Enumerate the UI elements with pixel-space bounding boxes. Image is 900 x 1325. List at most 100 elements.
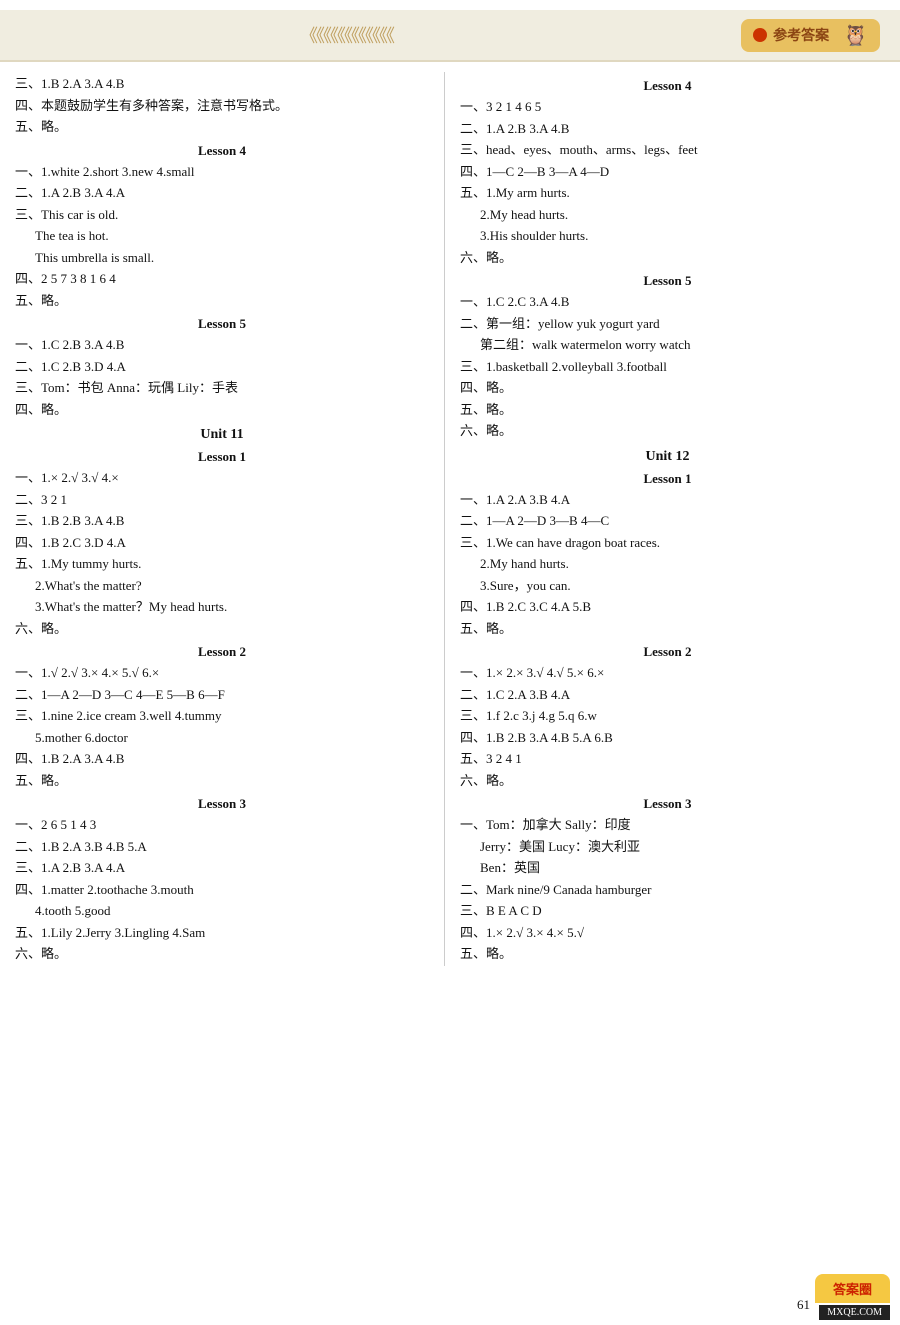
answer-line: 五、1.My tummy hurts. (15, 554, 429, 574)
lesson-5-right: Lesson 5 一、1.C 2.C 3.A 4.B 二、第一组：yellow … (460, 273, 875, 441)
answer-line: 一、1.√ 2.√ 3.× 4.× 5.√ 6.× (15, 663, 429, 683)
right-column: Lesson 4 一、3 2 1 4 6 5 二、1.A 2.B 3.A 4.B… (445, 72, 875, 966)
answer-line: 六、略。 (460, 248, 875, 268)
answer-line: 二、1.B 2.A 3.B 4.B 5.A (15, 837, 429, 857)
unit11-lesson-1: Lesson 1 一、1.× 2.√ 3.√ 4.× 二、3 2 1 三、1.B… (15, 449, 429, 638)
answer-line: 一、2 6 5 1 4 3 (15, 815, 429, 835)
lesson-5-left: Lesson 5 一、1.C 2.B 3.A 4.B 二、1.C 2.B 3.D… (15, 316, 429, 419)
answer-line: 四、1.B 2.B 3.A 4.B 5.A 6.B (460, 728, 875, 748)
answer-line: 四、略。 (460, 378, 875, 398)
answer-line: The tea is hot. (35, 226, 429, 246)
answer-line: 三、1.We can have dragon boat races. (460, 533, 875, 553)
answer-line: 3.His shoulder hurts. (480, 226, 875, 246)
top-banner: 《《《《《《《《《《《《 参考答案 🦉 (0, 10, 900, 62)
answer-line: 二、1.C 2.B 3.D 4.A (15, 357, 429, 377)
unit-12: Unit 12 (460, 449, 875, 465)
unit12-lesson-2: Lesson 2 一、1.× 2.× 3.√ 4.√ 5.× 6.× 二、1.C… (460, 644, 875, 790)
answer-line: 二、Mark nine/9 Canada hamburger (460, 880, 875, 900)
lesson-header: Lesson 5 (15, 316, 429, 332)
intro-section: 三、1.B 2.A 3.A 4.B 四、本题鼓励学生有多种答案，注意书写格式。 … (15, 74, 429, 137)
footer: 答案圈 MXQE.COM (0, 1274, 900, 1325)
answer-line: 三、B E A C D (460, 901, 875, 921)
page: 《《《《《《《《《《《《 参考答案 🦉 三、1.B 2.A 3.A 4.B 四、… (0, 0, 900, 1325)
answer-line: 三、1.basketball 2.volleyball 3.football (460, 357, 875, 377)
answer-line: 2.My hand hurts. (480, 554, 875, 574)
answer-line: 三、Tom：书包 Anna：玩偶 Lily：手表 (15, 378, 429, 398)
unit-header: Unit 11 (15, 427, 429, 443)
answer-line: 二、1.A 2.B 3.A 4.A (15, 183, 429, 203)
owl-icon: 🦉 (843, 23, 868, 48)
answer-line: 五、3 2 4 1 (460, 749, 875, 769)
answer-line: 二、1.A 2.B 3.A 4.B (460, 119, 875, 139)
answer-line: 四、1.B 2.A 3.A 4.B (15, 749, 429, 769)
unit12-lesson-3: Lesson 3 一、Tom：加拿大 Sally：印度 Jerry：美国 Luc… (460, 796, 875, 964)
answer-line: 二、1—A 2—D 3—B 4—C (460, 511, 875, 531)
answer-line: 二、3 2 1 (15, 490, 429, 510)
answer-line: 六、略。 (15, 944, 429, 964)
answer-line: 五、略。 (460, 944, 875, 964)
answer-line: 三、1.f 2.c 3.j 4.g 5.q 6.w (460, 706, 875, 726)
lesson-header: Lesson 4 (460, 78, 875, 94)
answer-line: 一、1.C 2.C 3.A 4.B (460, 292, 875, 312)
lesson-4-left: Lesson 4 一、1.white 2.short 3.new 4.small… (15, 143, 429, 311)
watermark: MXQE.COM (819, 1305, 890, 1320)
answer-stamp: 答案圈 (815, 1274, 890, 1303)
answer-line: 四、本题鼓励学生有多种答案，注意书写格式。 (15, 96, 429, 116)
page-number: 61 (797, 1297, 810, 1313)
answer-line: 三、This car is old. (15, 205, 429, 225)
answer-line: 四、1.× 2.√ 3.× 4.× 5.√ (460, 923, 875, 943)
answer-line: 六、略。 (15, 619, 429, 639)
answer-line: 一、1.C 2.B 3.A 4.B (15, 335, 429, 355)
answer-line: 四、2 5 7 3 8 1 6 4 (15, 269, 429, 289)
answer-line: 4.tooth 5.good (35, 901, 429, 921)
lesson-header: Lesson 5 (460, 273, 875, 289)
answer-line: 四、1.B 2.C 3.C 4.A 5.B (460, 597, 875, 617)
lesson-header: Lesson 2 (460, 644, 875, 660)
lesson-header: Lesson 4 (15, 143, 429, 159)
answer-line: 二、1.C 2.A 3.B 4.A (460, 685, 875, 705)
answer-line: 四、略。 (15, 400, 429, 420)
unit-header: Unit 12 (460, 449, 875, 465)
lesson-header: Lesson 3 (460, 796, 875, 812)
answer-line: 五、略。 (15, 291, 429, 311)
unit11-lesson-2: Lesson 2 一、1.√ 2.√ 3.× 4.× 5.√ 6.× 二、1—A… (15, 644, 429, 790)
answer-line: 一、1.A 2.A 3.B 4.A (460, 490, 875, 510)
answer-line: 一、1.× 2.√ 3.√ 4.× (15, 468, 429, 488)
answer-line: 一、Tom：加拿大 Sally：印度 (460, 815, 875, 835)
answer-line: Jerry：美国 Lucy：澳大利亚 (480, 837, 875, 857)
answer-line: 三、1.nine 2.ice cream 3.well 4.tummy (15, 706, 429, 726)
unit11-lesson-3: Lesson 3 一、2 6 5 1 4 3 二、1.B 2.A 3.B 4.B… (15, 796, 429, 964)
answer-line: 六、略。 (460, 771, 875, 791)
answer-line: 一、1.× 2.× 3.√ 4.√ 5.× 6.× (460, 663, 875, 683)
answer-line: 一、1.white 2.short 3.new 4.small (15, 162, 429, 182)
answer-line: 2.My head hurts. (480, 205, 875, 225)
red-dot-icon (753, 28, 767, 42)
wave-decoration: 《《《《《《《《《《《《 (300, 22, 393, 48)
unit-11: Unit 11 (15, 427, 429, 443)
answer-line: 五、略。 (460, 619, 875, 639)
answer-line: 六、略。 (460, 421, 875, 441)
answer-line: 四、1.B 2.C 3.D 4.A (15, 533, 429, 553)
answer-line: 四、1—C 2—B 3—A 4—D (460, 162, 875, 182)
answer-line: 五、1.Lily 2.Jerry 3.Lingling 4.Sam (15, 923, 429, 943)
lesson-header: Lesson 2 (15, 644, 429, 660)
answer-line: 2.What's the matter? (35, 576, 429, 596)
lesson-header: Lesson 1 (460, 471, 875, 487)
answer-line: 三、head、eyes、mouth、arms、legs、feet (460, 140, 875, 160)
lesson-header: Lesson 1 (15, 449, 429, 465)
main-content: 三、1.B 2.A 3.A 4.B 四、本题鼓励学生有多种答案，注意书写格式。 … (0, 62, 900, 976)
answer-line: 五、略。 (460, 400, 875, 420)
banner-label: 参考答案 🦉 (741, 19, 880, 52)
answer-line: 五、1.My arm hurts. (460, 183, 875, 203)
answer-line: 三、1.B 2.A 3.A 4.B (15, 74, 429, 94)
answer-line: 三、1.B 2.B 3.A 4.B (15, 511, 429, 531)
answer-line: 二、1—A 2—D 3—C 4—E 5—B 6—F (15, 685, 429, 705)
answer-line: 第二组：walk watermelon worry watch (480, 335, 875, 355)
answer-line: This umbrella is small. (35, 248, 429, 268)
answer-line: 三、1.A 2.B 3.A 4.A (15, 858, 429, 878)
lesson-header: Lesson 3 (15, 796, 429, 812)
answer-line: 五、略。 (15, 117, 429, 137)
left-column: 三、1.B 2.A 3.A 4.B 四、本题鼓励学生有多种答案，注意书写格式。 … (15, 72, 445, 966)
answer-line: 3.Sure，you can. (480, 576, 875, 596)
answer-line: 四、1.matter 2.toothache 3.mouth (15, 880, 429, 900)
